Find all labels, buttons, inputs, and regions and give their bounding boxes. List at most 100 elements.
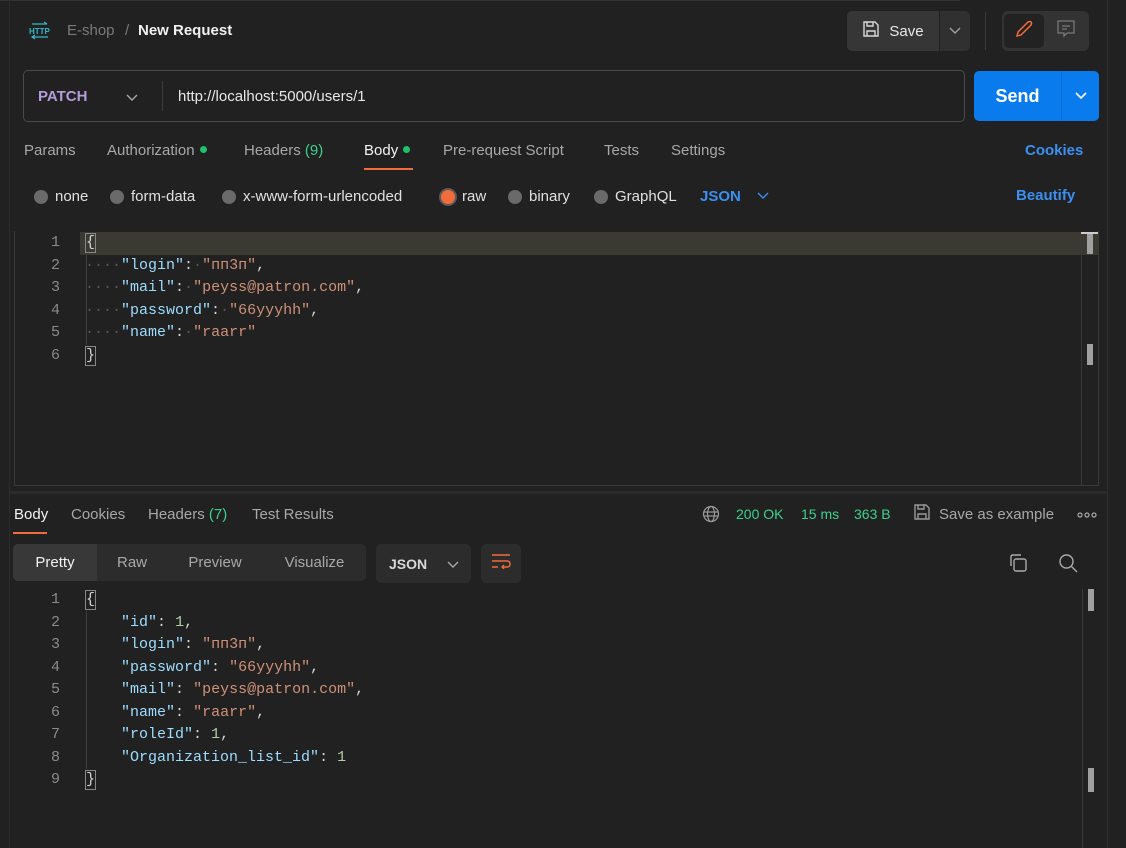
radio-raw[interactable]: raw — [441, 188, 486, 205]
json-value: "66yyyhh" — [229, 301, 311, 319]
space: · — [184, 324, 194, 341]
response-tab-cookies[interactable]: Cookies — [71, 506, 125, 523]
request-code[interactable]: {····"login":·"пп3п", ····"mail":·"peyss@… — [85, 232, 364, 367]
colon: : — [211, 658, 221, 676]
tab-params[interactable]: Params — [24, 142, 76, 159]
line-number: 9 — [50, 771, 60, 788]
colon: : — [193, 726, 203, 743]
space: · — [193, 256, 203, 274]
save-as-example-button[interactable]: Save as example — [913, 503, 1054, 525]
view-preview[interactable]: Preview — [167, 544, 263, 581]
radio-label: raw — [462, 188, 487, 205]
save-button[interactable]: Save — [847, 11, 939, 51]
radio-circle — [222, 189, 236, 204]
response-time[interactable]: 15 ms — [801, 506, 839, 522]
search-icon[interactable] — [1058, 553, 1078, 573]
send-options-dropdown[interactable] — [1061, 71, 1099, 121]
save-example-label: Save as example — [939, 505, 1055, 523]
code-line: "mail": "peyss@patron.com", — [85, 679, 364, 702]
json-value: "raarr" — [193, 324, 257, 341]
json-value: "peyss@patron.com" — [193, 279, 356, 296]
breadcrumb-collection[interactable]: E-shop — [67, 22, 115, 39]
url-input[interactable] — [178, 80, 948, 112]
radio-circle — [508, 189, 522, 204]
code-line: } — [85, 345, 364, 368]
radio-x-www-form-urlencoded[interactable]: x-www-form-urlencoded — [222, 188, 402, 205]
scrollbar-marker[interactable] — [1088, 589, 1094, 611]
space: · — [184, 279, 194, 296]
json-key: "mail" — [121, 681, 176, 698]
json-value: "66yyyhh" — [229, 658, 311, 676]
line-number: 8 — [50, 748, 60, 766]
line-number: 6 — [50, 703, 60, 721]
tab-label: Authorization — [107, 142, 195, 159]
json-value: "пп3п" — [202, 256, 257, 274]
comments-button[interactable] — [1046, 14, 1086, 48]
scrollbar-thumb[interactable] — [1088, 768, 1094, 792]
json-key: "login" — [121, 636, 185, 653]
headers-count: (9) — [304, 142, 324, 159]
scrollbar-thumb[interactable] — [1087, 344, 1093, 365]
code-line: "login": "пп3п", — [85, 634, 364, 657]
tab-settings[interactable]: Settings — [671, 142, 725, 159]
tab-tests[interactable]: Tests — [604, 142, 639, 159]
whitespace-marker: ···· — [85, 256, 122, 274]
tab-pre-request-script[interactable]: Pre-request Script — [443, 142, 564, 159]
comma: , — [256, 256, 266, 274]
send-button[interactable]: Send — [974, 71, 1061, 121]
edit-mode-button[interactable] — [1004, 14, 1044, 48]
tab-headers[interactable]: Headers (9) — [244, 142, 323, 159]
line-number: 4 — [50, 301, 60, 319]
beautify-button[interactable]: Beautify — [1016, 187, 1075, 204]
comma: , — [310, 658, 320, 676]
right-panel-border — [1107, 0, 1108, 848]
radio-binary[interactable]: binary — [508, 188, 570, 205]
json-key: "login" — [121, 256, 185, 274]
more-options-icon[interactable] — [1077, 506, 1097, 524]
pane-resize-handle[interactable] — [10, 491, 1107, 494]
view-pretty[interactable]: Pretty — [13, 544, 97, 581]
response-code[interactable]: { "id": 1, "login": "пп3п", "password": … — [85, 589, 364, 792]
wrap-lines-button[interactable] — [481, 544, 521, 583]
code-line: { — [85, 589, 364, 612]
response-tab-body[interactable]: Body — [14, 506, 48, 523]
globe-icon[interactable] — [702, 505, 720, 523]
scrollbar-marker[interactable] — [1087, 234, 1093, 254]
copy-icon[interactable] — [1008, 553, 1028, 573]
code-line: ····"name":·"raarr" — [85, 322, 364, 345]
code-line: "password": "66yyyhh", — [85, 657, 364, 680]
cookies-link[interactable]: Cookies — [1025, 142, 1083, 159]
close-brace: } — [85, 770, 97, 790]
json-value: "пп3п" — [202, 636, 257, 653]
active-tab-indicator — [13, 532, 47, 534]
tab-body[interactable]: Body — [364, 142, 411, 159]
status-code[interactable]: 200 OK — [736, 506, 783, 522]
radio-label: x-www-form-urlencoded — [243, 188, 403, 205]
colon: : — [319, 748, 329, 766]
radio-graphql[interactable]: GraphQL — [594, 188, 677, 205]
response-size[interactable]: 363 B — [854, 506, 891, 522]
save-options-dropdown[interactable] — [940, 11, 970, 51]
radio-form-data[interactable]: form-data — [110, 188, 195, 205]
colon: : — [211, 301, 221, 319]
method-select[interactable]: PATCH — [38, 88, 87, 105]
json-key: "id" — [121, 613, 158, 631]
open-brace: { — [85, 590, 97, 610]
response-format-select[interactable]: JSON — [376, 544, 471, 583]
response-tab-headers[interactable]: Headers (7) — [148, 506, 227, 523]
chevron-down-icon[interactable] — [126, 89, 138, 107]
response-tab-test-results[interactable]: Test Results — [252, 506, 334, 523]
radio-none[interactable]: none — [34, 188, 88, 205]
view-visualize[interactable]: Visualize — [263, 544, 366, 581]
colon: : — [175, 681, 185, 698]
view-raw[interactable]: Raw — [97, 544, 167, 581]
tab-authorization[interactable]: Authorization — [107, 142, 207, 159]
request-title[interactable]: New Request — [138, 22, 232, 39]
raw-language-select[interactable]: JSON — [700, 187, 769, 205]
http-request-icon: HTTP — [28, 21, 52, 41]
